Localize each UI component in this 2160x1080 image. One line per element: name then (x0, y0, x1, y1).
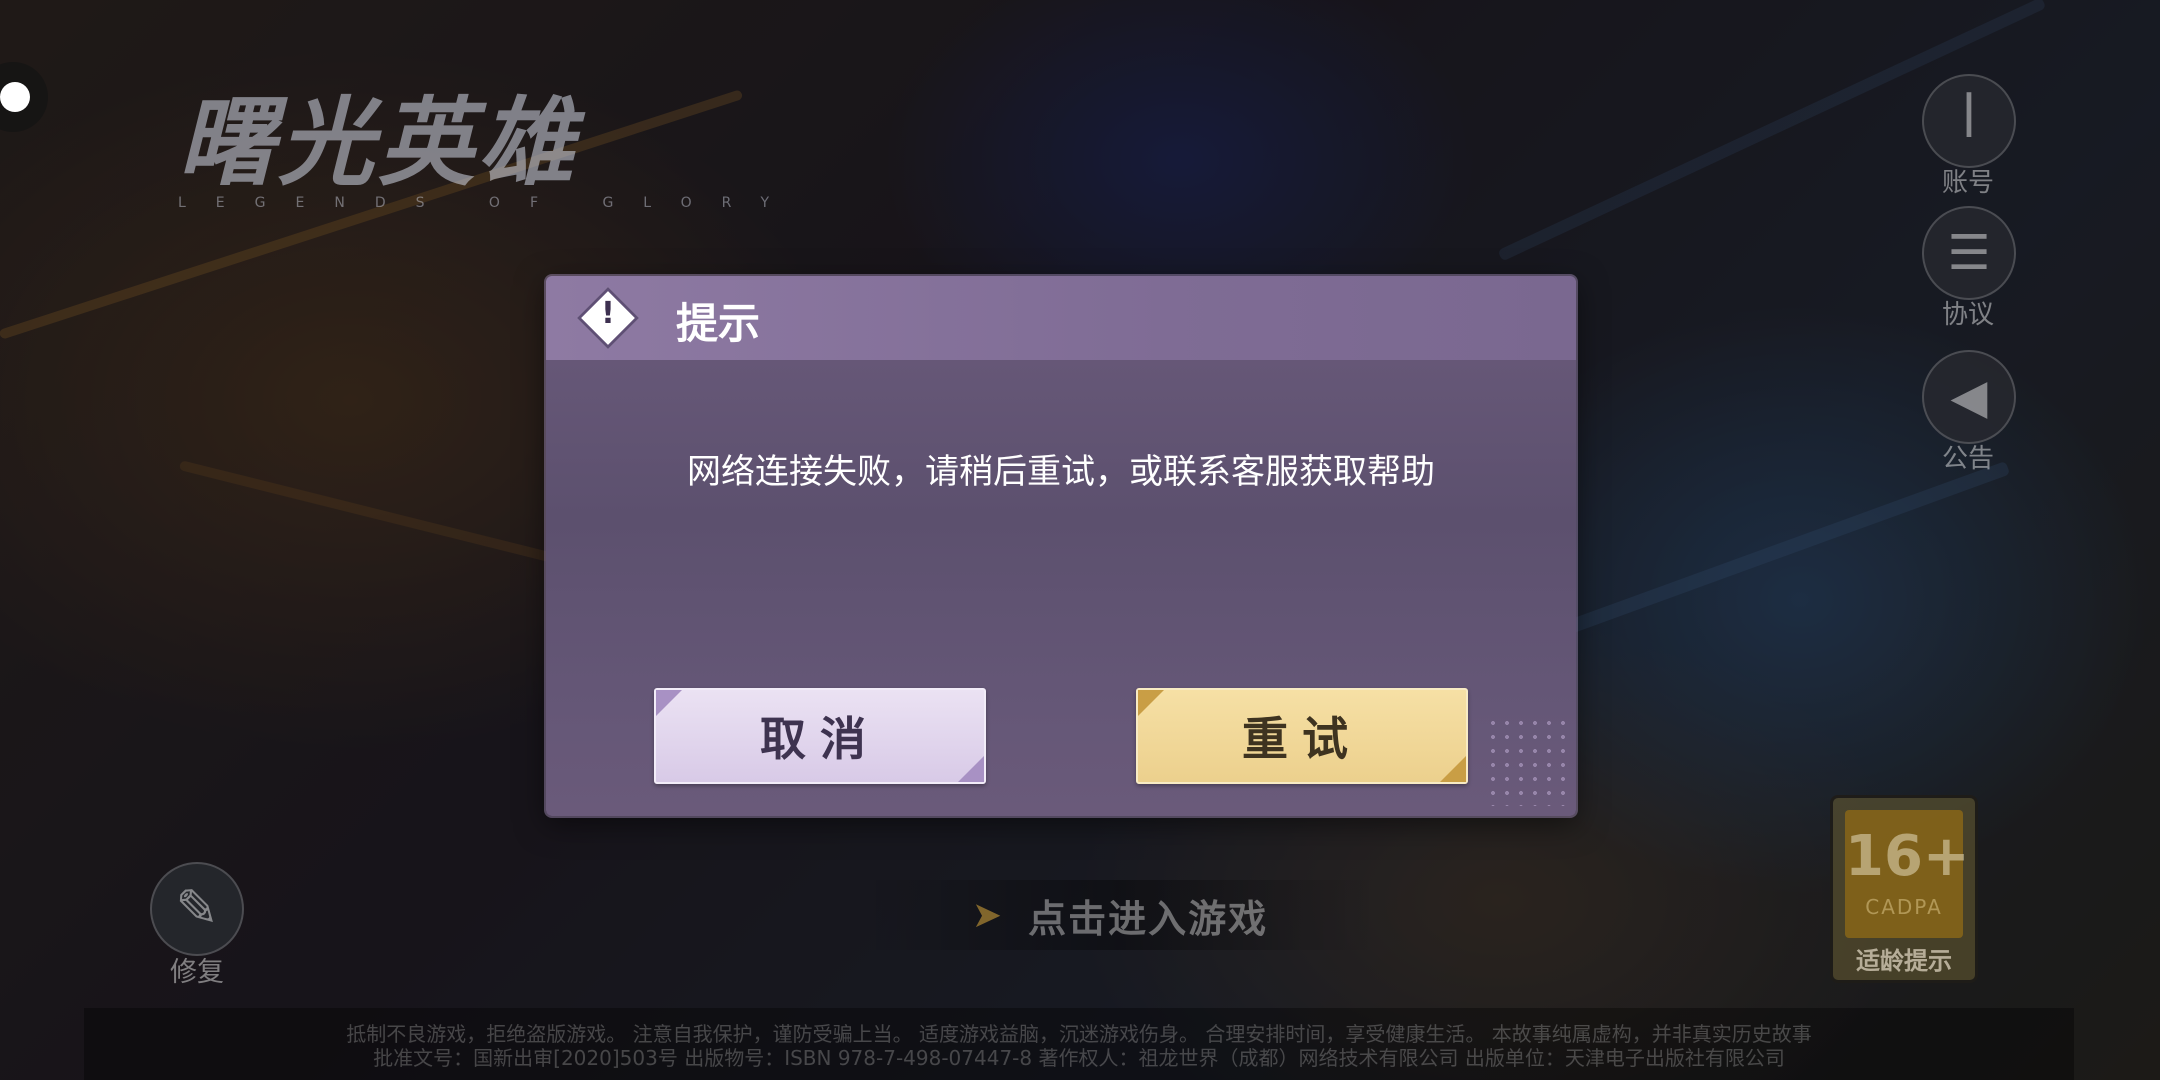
announcement-button[interactable]: ◀ 公告 (1922, 350, 2016, 475)
account-button[interactable]: ꟾ 账号 (1922, 74, 2016, 199)
cancel-button[interactable]: 取消 (654, 688, 986, 784)
agreement-button[interactable]: ☰ 协议 (1922, 206, 2016, 331)
alert-dialog: ! 提示 网络连接失败，请稍后重试，或联系客服获取帮助 取消 重试 (546, 276, 1576, 816)
warning-icon: ! (576, 286, 640, 350)
double-arrow-icon: ➤ (971, 894, 1003, 936)
game-logo: 曙光英雄 LEGENDS OF GLORY (178, 87, 800, 211)
account-icon: ꟾ (1922, 74, 2016, 168)
enter-game-button[interactable]: ➤ 点击进入游戏 (860, 880, 1380, 950)
age-rating-badge[interactable]: 16+ CADPA 适龄提示 (1830, 795, 1978, 983)
legal-footer: 抵制不良游戏，拒绝盗版游戏。 注意自我保护，谨防受骗上当。 适度游戏益脑，沉迷游… (84, 1008, 2074, 1080)
agreement-icon: ☰ (1922, 206, 2016, 300)
wrench-icon: ✎ (150, 862, 244, 956)
dialog-title: 提示 (676, 299, 761, 348)
retry-button[interactable]: 重试 (1136, 688, 1468, 784)
decorative-dots (1486, 716, 1566, 806)
repair-button[interactable]: ✎ 修复 (150, 862, 244, 989)
announcement-icon: ◀ (1922, 350, 2016, 444)
dialog-message: 网络连接失败，请稍后重试，或联系客服获取帮助 (687, 452, 1435, 492)
dialog-header: ! 提示 (546, 276, 1576, 360)
